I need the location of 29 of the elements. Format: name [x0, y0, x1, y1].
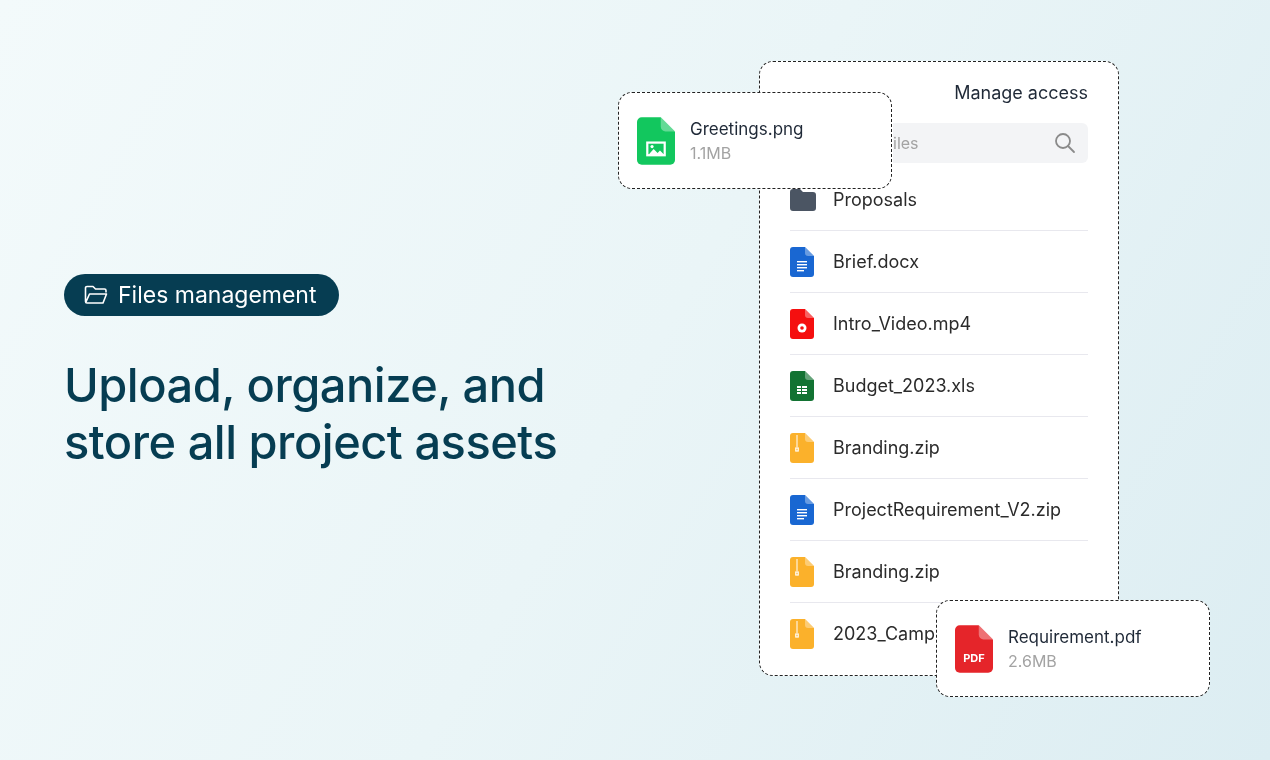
spreadsheet-file-icon	[790, 370, 814, 401]
category-badge: Files management	[64, 274, 339, 316]
file-name[interactable]: Budget_2023.xls	[833, 375, 975, 396]
folder-icon	[790, 188, 816, 211]
file-name[interactable]: Intro_Video.mp4	[833, 313, 972, 334]
file-name: Requirement.pdf	[1008, 626, 1142, 647]
file-name[interactable]: ProjectRequirement_V2.zip	[833, 499, 1062, 520]
file-name[interactable]: Branding.zip	[833, 437, 940, 458]
file-size: 2.6MB	[1008, 650, 1058, 671]
document-file-icon	[790, 246, 814, 277]
folder-icon	[84, 285, 109, 305]
document-file-icon	[790, 494, 814, 525]
panel-title: Manage access	[953, 81, 1088, 105]
zip-file-icon	[790, 556, 814, 587]
search-icon	[1054, 132, 1076, 154]
pdf-label: PDF	[962, 650, 986, 665]
file-name[interactable]: Branding.zip	[833, 561, 940, 582]
headline: Upload, organize, and store all project assets	[64, 356, 559, 470]
file-name[interactable]: Proposals	[833, 189, 918, 210]
file-name[interactable]: Brief.docx	[833, 251, 920, 272]
search-field[interactable]: iles	[893, 123, 1088, 163]
file-size: 1.1MB	[690, 142, 733, 163]
file-name: Greetings.png	[690, 118, 804, 139]
file-name[interactable]: 2023_Camp	[833, 623, 935, 644]
pdf-file-icon	[955, 624, 993, 673]
image-file-icon	[637, 116, 675, 165]
zip-file-icon	[790, 618, 814, 649]
video-file-icon	[790, 308, 814, 339]
zip-file-icon	[790, 432, 814, 463]
